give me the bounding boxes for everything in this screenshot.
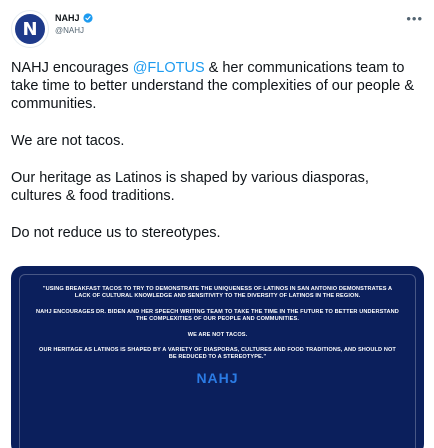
statement-line-2: NAHJ encourages Dr. Biden and her speech… xyxy=(36,308,399,323)
statement-line-1: "Using breakfast tacos to try to demonst… xyxy=(42,286,393,300)
avatar-letter: N xyxy=(22,18,38,40)
tweet-text: NAHJ encourages @FLOTUS & her communicat… xyxy=(11,59,423,261)
tweet-header: N NAHJ @NAHJ ••• xyxy=(11,10,423,50)
tweet-paragraph-1: NAHJ encourages @FLOTUS & her communicat… xyxy=(11,59,423,113)
avatar-image: N xyxy=(15,14,45,44)
statement-line-4: Our heritage as Latinos is shaped by a v… xyxy=(39,347,396,361)
tweet-paragraph-2: We are not tacos. xyxy=(11,133,125,149)
statement-image[interactable]: "Using breakfast tacos to try to demonst… xyxy=(11,266,424,448)
name-row: NAHJ xyxy=(55,13,93,23)
statement-line-3: We are not tacos. xyxy=(187,331,248,338)
handle[interactable]: @NAHJ xyxy=(55,26,84,35)
tweet-paragraph-3: Our heritage as Latinos is shaped by var… xyxy=(11,170,369,204)
avatar[interactable]: N xyxy=(11,10,49,48)
display-name[interactable]: NAHJ xyxy=(55,13,80,23)
nahj-logo: NAHJ xyxy=(196,369,239,386)
more-options-icon[interactable]: ••• xyxy=(406,12,423,25)
verified-badge-icon xyxy=(82,13,93,23)
mention-link[interactable]: @FLOTUS xyxy=(133,60,205,76)
tweet-paragraph-4: Do not reduce us to stereotypes. xyxy=(11,225,221,241)
paragraph-text: NAHJ encourages xyxy=(11,60,133,76)
